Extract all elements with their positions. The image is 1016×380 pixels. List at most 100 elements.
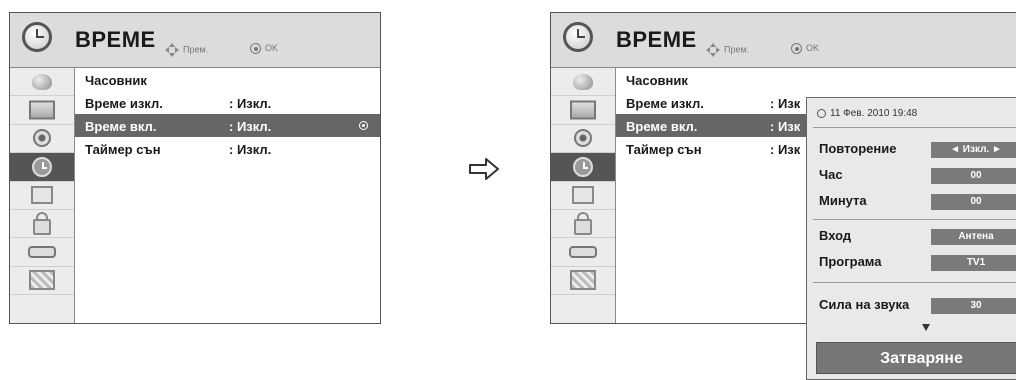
setting-label: Час bbox=[819, 167, 843, 182]
move-hint-label: Прем. bbox=[724, 44, 750, 55]
setting-label: Повторение bbox=[819, 141, 897, 156]
satellite-dish-icon bbox=[573, 73, 593, 90]
right-arrow-icon bbox=[469, 158, 499, 180]
menu-item-value: : Изкл. bbox=[229, 96, 272, 111]
program-field[interactable]: TV1 bbox=[931, 255, 1016, 271]
close-button[interactable]: Затваряне bbox=[816, 342, 1016, 374]
time-menu-list: Часовник Време изкл. : Изкл. Време вкл. … bbox=[75, 68, 380, 160]
lock-icon bbox=[574, 211, 592, 235]
menu-item-label: Време вкл. bbox=[626, 119, 698, 134]
current-datetime: 11 Фев. 2010 19:48 bbox=[817, 108, 917, 119]
menu-item-value: : Изкл. bbox=[229, 142, 272, 157]
ok-hint: OK bbox=[791, 43, 820, 55]
divider bbox=[813, 219, 1016, 220]
menu-header: ВРЕМЕ Прем. OK bbox=[551, 13, 1016, 68]
dpad-icon bbox=[165, 43, 179, 57]
menu-item-on-time[interactable]: Време вкл. : Изкл. bbox=[75, 114, 380, 137]
minute-setting: Минута 00 bbox=[807, 188, 1016, 214]
options-icon bbox=[31, 186, 53, 205]
volume-field[interactable]: 30 bbox=[931, 298, 1016, 314]
menu-item-sleep-timer[interactable]: Таймер сън : Изкл. bbox=[75, 137, 380, 160]
menu-header: ВРЕМЕ Прем. OK bbox=[10, 13, 380, 68]
lock-icon bbox=[33, 211, 51, 235]
menu-item-off-time[interactable]: Време изкл. : Изкл. bbox=[75, 91, 380, 114]
media-icon bbox=[570, 270, 596, 291]
sidebar-item-options[interactable] bbox=[551, 182, 615, 210]
speaker-icon bbox=[33, 129, 51, 148]
repeat-selector[interactable]: ◄ Изкл. ► bbox=[931, 142, 1016, 158]
volume-setting: Сила на звука 30 bbox=[807, 292, 1016, 318]
clock-small-icon bbox=[817, 108, 826, 118]
menu-item-value: : Изк bbox=[770, 142, 801, 157]
setting-label: Програма bbox=[819, 254, 882, 269]
menu-item-clock[interactable]: Часовник bbox=[75, 68, 380, 91]
divider bbox=[813, 127, 1016, 128]
menu-item-value: : Изк bbox=[770, 119, 801, 134]
menu-item-value: : Изкл. bbox=[229, 119, 272, 134]
clock-icon bbox=[563, 22, 593, 52]
sidebar-item-audio[interactable] bbox=[551, 125, 615, 154]
ok-indicator-icon bbox=[359, 121, 368, 130]
menu-item-label: Време вкл. bbox=[85, 119, 157, 134]
sidebar-item-media[interactable] bbox=[10, 267, 74, 296]
sidebar-item-lock[interactable] bbox=[10, 210, 74, 239]
options-icon bbox=[572, 186, 594, 205]
dpad-icon bbox=[706, 43, 720, 57]
datetime-text: 11 Фев. 2010 19:48 bbox=[830, 108, 918, 119]
menu-item-label: Време изкл. bbox=[85, 96, 163, 111]
setting-label: Вход bbox=[819, 228, 852, 243]
sidebar-item-time[interactable] bbox=[551, 153, 615, 182]
menu-item-label: Таймер сън bbox=[626, 142, 702, 157]
menu-item-value: : Изк bbox=[770, 96, 801, 111]
ok-button-icon bbox=[791, 43, 802, 55]
sidebar-item-time[interactable] bbox=[10, 153, 74, 182]
menu-item-label: Часовник bbox=[85, 73, 147, 88]
menu-item-clock[interactable]: Часовник bbox=[616, 68, 1016, 91]
sidebar-item-options[interactable] bbox=[10, 182, 74, 210]
category-sidebar bbox=[10, 68, 75, 323]
hour-field[interactable]: 00 bbox=[931, 168, 1016, 184]
time-menu-panel-left: ВРЕМЕ Прем. OK Часовник Време изкл. : Из… bbox=[9, 12, 381, 324]
tv-screen-icon bbox=[570, 100, 596, 120]
menu-item-label: Време изкл. bbox=[626, 96, 704, 111]
input-plug-icon bbox=[569, 246, 597, 259]
move-hint: Прем. bbox=[706, 43, 749, 57]
speaker-icon bbox=[574, 129, 592, 148]
media-icon bbox=[29, 270, 55, 291]
sidebar-item-audio[interactable] bbox=[10, 125, 74, 154]
minute-field[interactable]: 00 bbox=[931, 194, 1016, 210]
ok-hint-label: OK bbox=[806, 43, 820, 53]
hour-setting: Час 00 bbox=[807, 162, 1016, 188]
sidebar-item-channel[interactable] bbox=[551, 68, 615, 97]
setting-label: Минута bbox=[819, 193, 867, 208]
move-hint: Прем. bbox=[165, 43, 208, 57]
tv-screen-icon bbox=[29, 100, 55, 120]
input-plug-icon bbox=[28, 246, 56, 259]
sidebar-item-channel[interactable] bbox=[10, 68, 74, 97]
menu-title: ВРЕМЕ bbox=[616, 27, 697, 52]
sidebar-item-lock[interactable] bbox=[551, 210, 615, 239]
sidebar-item-input[interactable] bbox=[551, 238, 615, 267]
move-hint-label: Прем. bbox=[183, 44, 209, 55]
clock-icon bbox=[573, 156, 593, 177]
ok-button-icon bbox=[250, 43, 261, 55]
ok-hint: OK bbox=[250, 43, 279, 55]
clock-icon bbox=[32, 156, 52, 177]
clock-icon bbox=[22, 22, 52, 52]
ok-hint-label: OK bbox=[265, 43, 279, 53]
scroll-down-icon[interactable] bbox=[922, 324, 930, 331]
menu-title: ВРЕМЕ bbox=[75, 27, 156, 52]
sidebar-item-input[interactable] bbox=[10, 238, 74, 267]
repeat-setting: Повторение ◄ Изкл. ► bbox=[807, 136, 1016, 162]
sidebar-item-picture[interactable] bbox=[551, 96, 615, 125]
sidebar-item-picture[interactable] bbox=[10, 96, 74, 125]
satellite-dish-icon bbox=[32, 73, 52, 90]
input-field[interactable]: Антена bbox=[931, 229, 1016, 245]
category-sidebar bbox=[551, 68, 616, 323]
sidebar-item-media[interactable] bbox=[551, 267, 615, 296]
program-setting: Програма TV1 bbox=[807, 249, 1016, 275]
setting-label: Сила на звука bbox=[819, 297, 910, 312]
input-setting: Вход Антена bbox=[807, 223, 1016, 249]
on-time-settings-popup: 11 Фев. 2010 19:48 Повторение ◄ Изкл. ► … bbox=[806, 97, 1016, 380]
divider bbox=[813, 282, 1016, 283]
